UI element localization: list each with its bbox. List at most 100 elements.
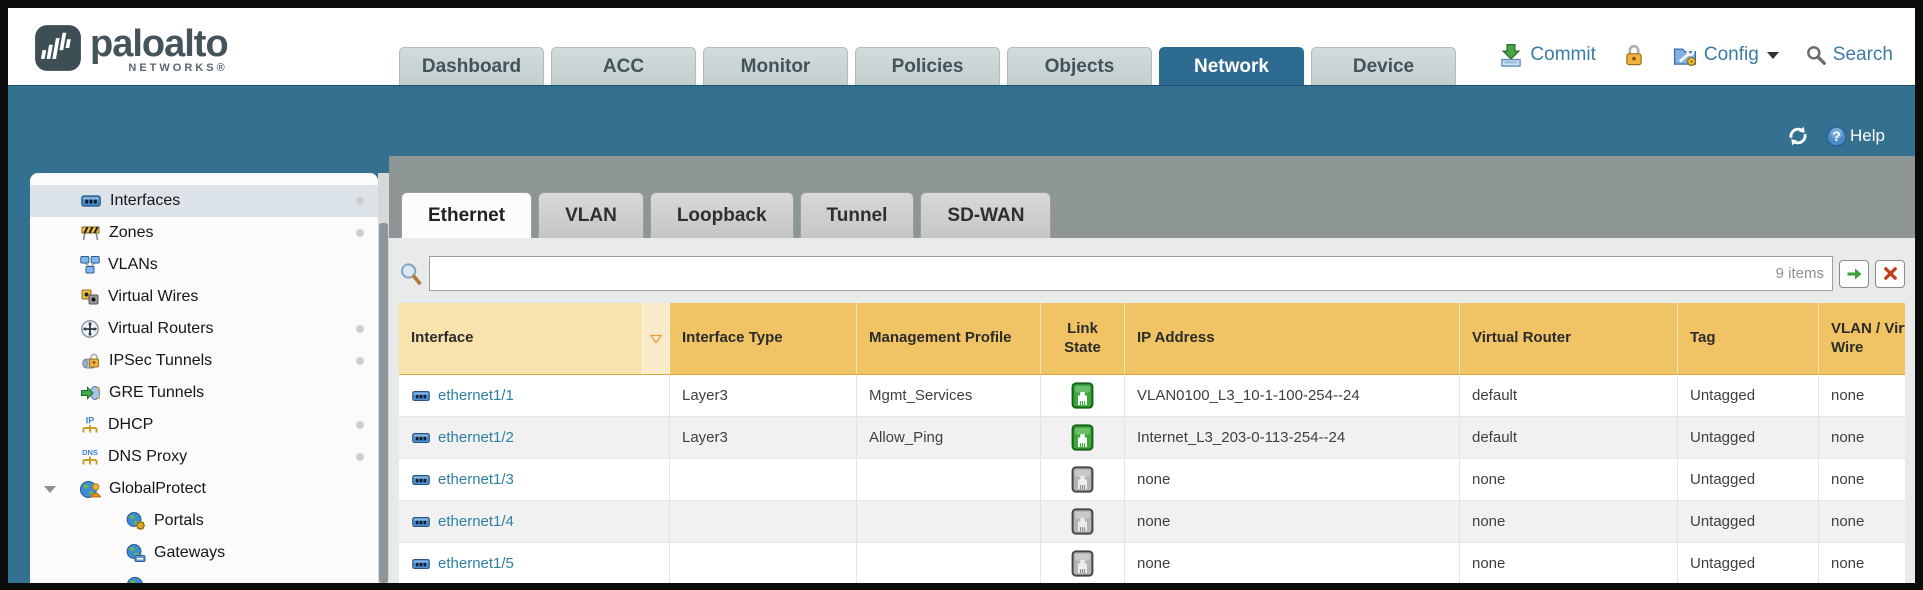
interface-link[interactable]: ethernet1/1 [438,387,514,404]
filter-box: 9 items [429,256,1833,291]
lock-icon[interactable] [1622,43,1646,67]
table-row[interactable]: ethernet1/2 Layer3 Allow_Ping Internet_L… [399,417,1905,459]
tab-device[interactable]: Device [1311,47,1456,85]
sidebar-item-ipsec-tunnels[interactable]: IPSec Tunnels [30,345,378,377]
col-ip-address[interactable]: IP Address [1125,303,1460,375]
config-icon [1672,42,1698,68]
sidebar-item-gre-tunnels[interactable]: GRE Tunnels [30,377,378,409]
interfaces-table: Interface Interface Type Management Prof… [399,303,1905,583]
config-label: Config [1704,44,1759,66]
interface-link[interactable]: ethernet1/2 [438,429,514,446]
dhcp-icon [80,415,100,435]
sidebar-item-interfaces[interactable]: Interfaces [30,185,378,217]
sort-triangle-icon [648,331,664,347]
collapse-triangle-icon[interactable] [44,486,56,493]
link-state-cell [1041,375,1125,417]
col-virtual-router[interactable]: Virtual Router [1460,303,1678,375]
profile-cell [857,501,1041,543]
chevron-down-icon [1767,52,1779,59]
sidebar-scrollbar[interactable] [378,173,389,583]
sidebar-item-label: GlobalProtect [109,480,206,498]
filter-input[interactable] [430,257,1832,290]
interface-cell: ethernet1/1 [399,375,670,417]
ip-cell: none [1125,501,1460,543]
sidebar-item-dns-proxy[interactable]: DNS Proxy [30,441,378,473]
tab-dashboard[interactable]: Dashboard [399,47,544,85]
interface-cell: ethernet1/3 [399,459,670,501]
ip-cell: none [1125,543,1460,583]
config-menu-button[interactable]: Config [1672,42,1779,68]
subtab-ethernet[interactable]: Ethernet [401,192,532,238]
col-link-state[interactable]: Link State [1041,303,1125,375]
profile-cell: Allow_Ping [857,417,1041,459]
tab-objects[interactable]: Objects [1007,47,1152,85]
portals-icon [126,511,146,531]
sidebar-item-portals[interactable]: Portals [30,505,378,537]
sidebar-item-vlans[interactable]: VLANs [30,249,378,281]
green-arrow-icon [1844,264,1864,284]
ip-cell: none [1125,459,1460,501]
col-management-profile[interactable]: Management Profile [857,303,1041,375]
gateways-icon [126,543,146,563]
sort-dropdown[interactable] [643,303,670,375]
sidebar-item-gateways[interactable]: Gateways [30,537,378,569]
sidebar-item-label: DHCP [108,416,153,434]
scrollbar-thumb[interactable] [379,223,388,583]
sidebar-item-label: Virtual Routers [108,320,214,338]
sidebar-item-dhcp[interactable]: DHCP [30,409,378,441]
interface-link[interactable]: ethernet1/4 [438,513,514,530]
col-vlan-virtual-wire[interactable]: VLAN / Virtual Wire [1819,303,1905,375]
commit-button[interactable]: Commit [1498,42,1595,68]
search-button[interactable]: Search [1805,44,1893,66]
sidebar-item-label: DNS Proxy [108,448,187,466]
router-cell: none [1460,543,1678,583]
subtab-loopback[interactable]: Loopback [650,192,794,238]
subtab-sdwan[interactable]: SD-WAN [920,192,1051,238]
sidebar-item-label: VLANs [108,256,158,274]
subtab-tunnel[interactable]: Tunnel [800,192,915,238]
sidebar-item-virtual-routers[interactable]: Virtual Routers [30,313,378,345]
dns-proxy-icon [80,447,100,467]
interface-link[interactable]: ethernet1/5 [438,555,514,572]
table-row[interactable]: ethernet1/5 none none Untagged none [399,543,1905,583]
sidebar-item-clipped[interactable] [30,569,378,583]
sidebar-item-virtual-wires[interactable]: Virtual Wires [30,281,378,313]
vlans-icon [80,255,100,275]
interface-link[interactable]: ethernet1/3 [438,471,514,488]
table-row[interactable]: ethernet1/1 Layer3 Mgmt_Services VLAN010… [399,375,1905,417]
table-row[interactable]: ethernet1/4 none none Untagged none [399,501,1905,543]
sidebar-item-globalprotect[interactable]: GlobalProtect [30,473,378,505]
type-cell: Layer3 [670,417,857,459]
paloalto-logo-icon [34,24,82,72]
tab-monitor[interactable]: Monitor [703,47,848,85]
apply-filter-button[interactable] [1839,260,1869,288]
commit-icon [1498,42,1524,68]
tab-acc[interactable]: ACC [551,47,696,85]
clear-filter-button[interactable] [1875,260,1905,288]
brand-name: paloalto [90,24,228,64]
ethernet-icon [411,555,431,573]
tab-network[interactable]: Network [1159,47,1304,85]
vlan-cell: none [1819,543,1905,583]
subtab-vlan[interactable]: VLAN [538,192,644,238]
tag-cell: Untagged [1678,375,1819,417]
refresh-icon[interactable] [1786,124,1810,148]
help-button[interactable]: Help [1826,126,1885,147]
globalprotect-icon [80,479,101,500]
link-down-icon [1071,466,1094,493]
col-interface-type[interactable]: Interface Type [670,303,857,375]
item-count: 9 items [1776,265,1824,282]
sidebar-item-zones[interactable]: Zones [30,217,378,249]
clipped-item-icon [126,575,146,583]
interface-cell: ethernet1/5 [399,543,670,583]
red-x-icon [1881,264,1900,283]
col-tag[interactable]: Tag [1678,303,1819,375]
table-row[interactable]: ethernet1/3 none none Untagged none [399,459,1905,501]
commit-label: Commit [1530,44,1595,66]
col-interface[interactable]: Interface [399,303,643,375]
tab-policies[interactable]: Policies [855,47,1000,85]
network-subtabs: Ethernet VLAN Loopback Tunnel SD-WAN [389,192,1915,238]
filter-row: 9 items [399,256,1905,291]
gre-tunnels-icon [80,383,101,403]
sidebar-item-label: IPSec Tunnels [109,352,212,370]
